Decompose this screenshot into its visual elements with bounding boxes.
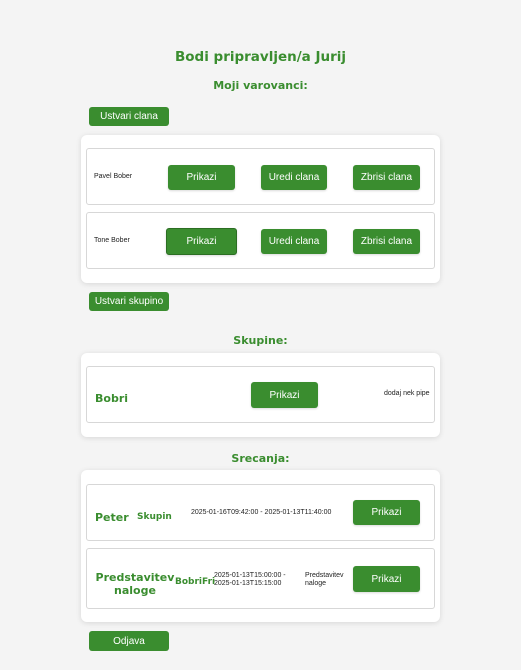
edit-member-button[interactable]: Uredi clana (261, 229, 327, 254)
member-row: Tone Bober Prikazi Uredi clana Zbrisi cl… (86, 212, 435, 269)
meeting-time: 2025-01-13T15:00:00 - 2025-01-13T15:15:0… (214, 572, 286, 587)
view-meeting-button[interactable]: Prikazi (353, 500, 420, 525)
meetings-heading: Srecanja: (231, 452, 290, 465)
create-member-button[interactable]: Ustvari clana (89, 107, 169, 126)
member-name: Pavel Bober (94, 173, 133, 180)
create-group-button[interactable]: Ustvari skupino (89, 292, 169, 311)
meeting-name: Predstavitev naloge (95, 571, 175, 597)
view-member-button[interactable]: Prikazi (166, 228, 237, 255)
meeting-name: Peter (95, 511, 129, 524)
groups-card: Bobri Prikazi dodaj nek pipe (81, 353, 440, 437)
meeting-group: Skupin (137, 512, 172, 522)
group-note: dodaj nek pipe (384, 390, 430, 397)
meeting-row: Predstavitev naloge BobriFri 2025-01-13T… (86, 548, 435, 609)
groups-heading: Skupine: (233, 334, 288, 347)
edit-member-button[interactable]: Uredi clana (261, 165, 327, 190)
member-name: Tone Bober (94, 237, 130, 244)
group-row: Bobri Prikazi dodaj nek pipe (86, 366, 435, 423)
member-row: Pavel Bober Prikazi Uredi clana Zbrisi c… (86, 148, 435, 205)
wards-heading: Moji varovanci: (213, 79, 308, 92)
meeting-time: 2025-01-16T09:42:00 - 2025-01-13T11:40:0… (191, 509, 332, 516)
view-meeting-button[interactable]: Prikazi (353, 566, 420, 592)
delete-member-button[interactable]: Zbrisi clana (353, 165, 420, 190)
meeting-group: BobriFri (175, 577, 216, 587)
view-group-button[interactable]: Prikazi (251, 382, 318, 408)
meeting-row: Peter Skupin 2025-01-16T09:42:00 - 2025-… (86, 484, 435, 541)
logout-button[interactable]: Odjava (89, 631, 169, 651)
group-name: Bobri (95, 392, 129, 405)
meeting-note: Predstavitev naloge (305, 572, 344, 587)
view-member-button[interactable]: Prikazi (168, 165, 235, 190)
delete-member-button[interactable]: Zbrisi clana (353, 229, 420, 254)
meetings-card: Peter Skupin 2025-01-16T09:42:00 - 2025-… (81, 470, 440, 622)
page-title: Bodi pripravljen/a Jurij (174, 49, 347, 65)
wards-card: Pavel Bober Prikazi Uredi clana Zbrisi c… (81, 135, 440, 283)
